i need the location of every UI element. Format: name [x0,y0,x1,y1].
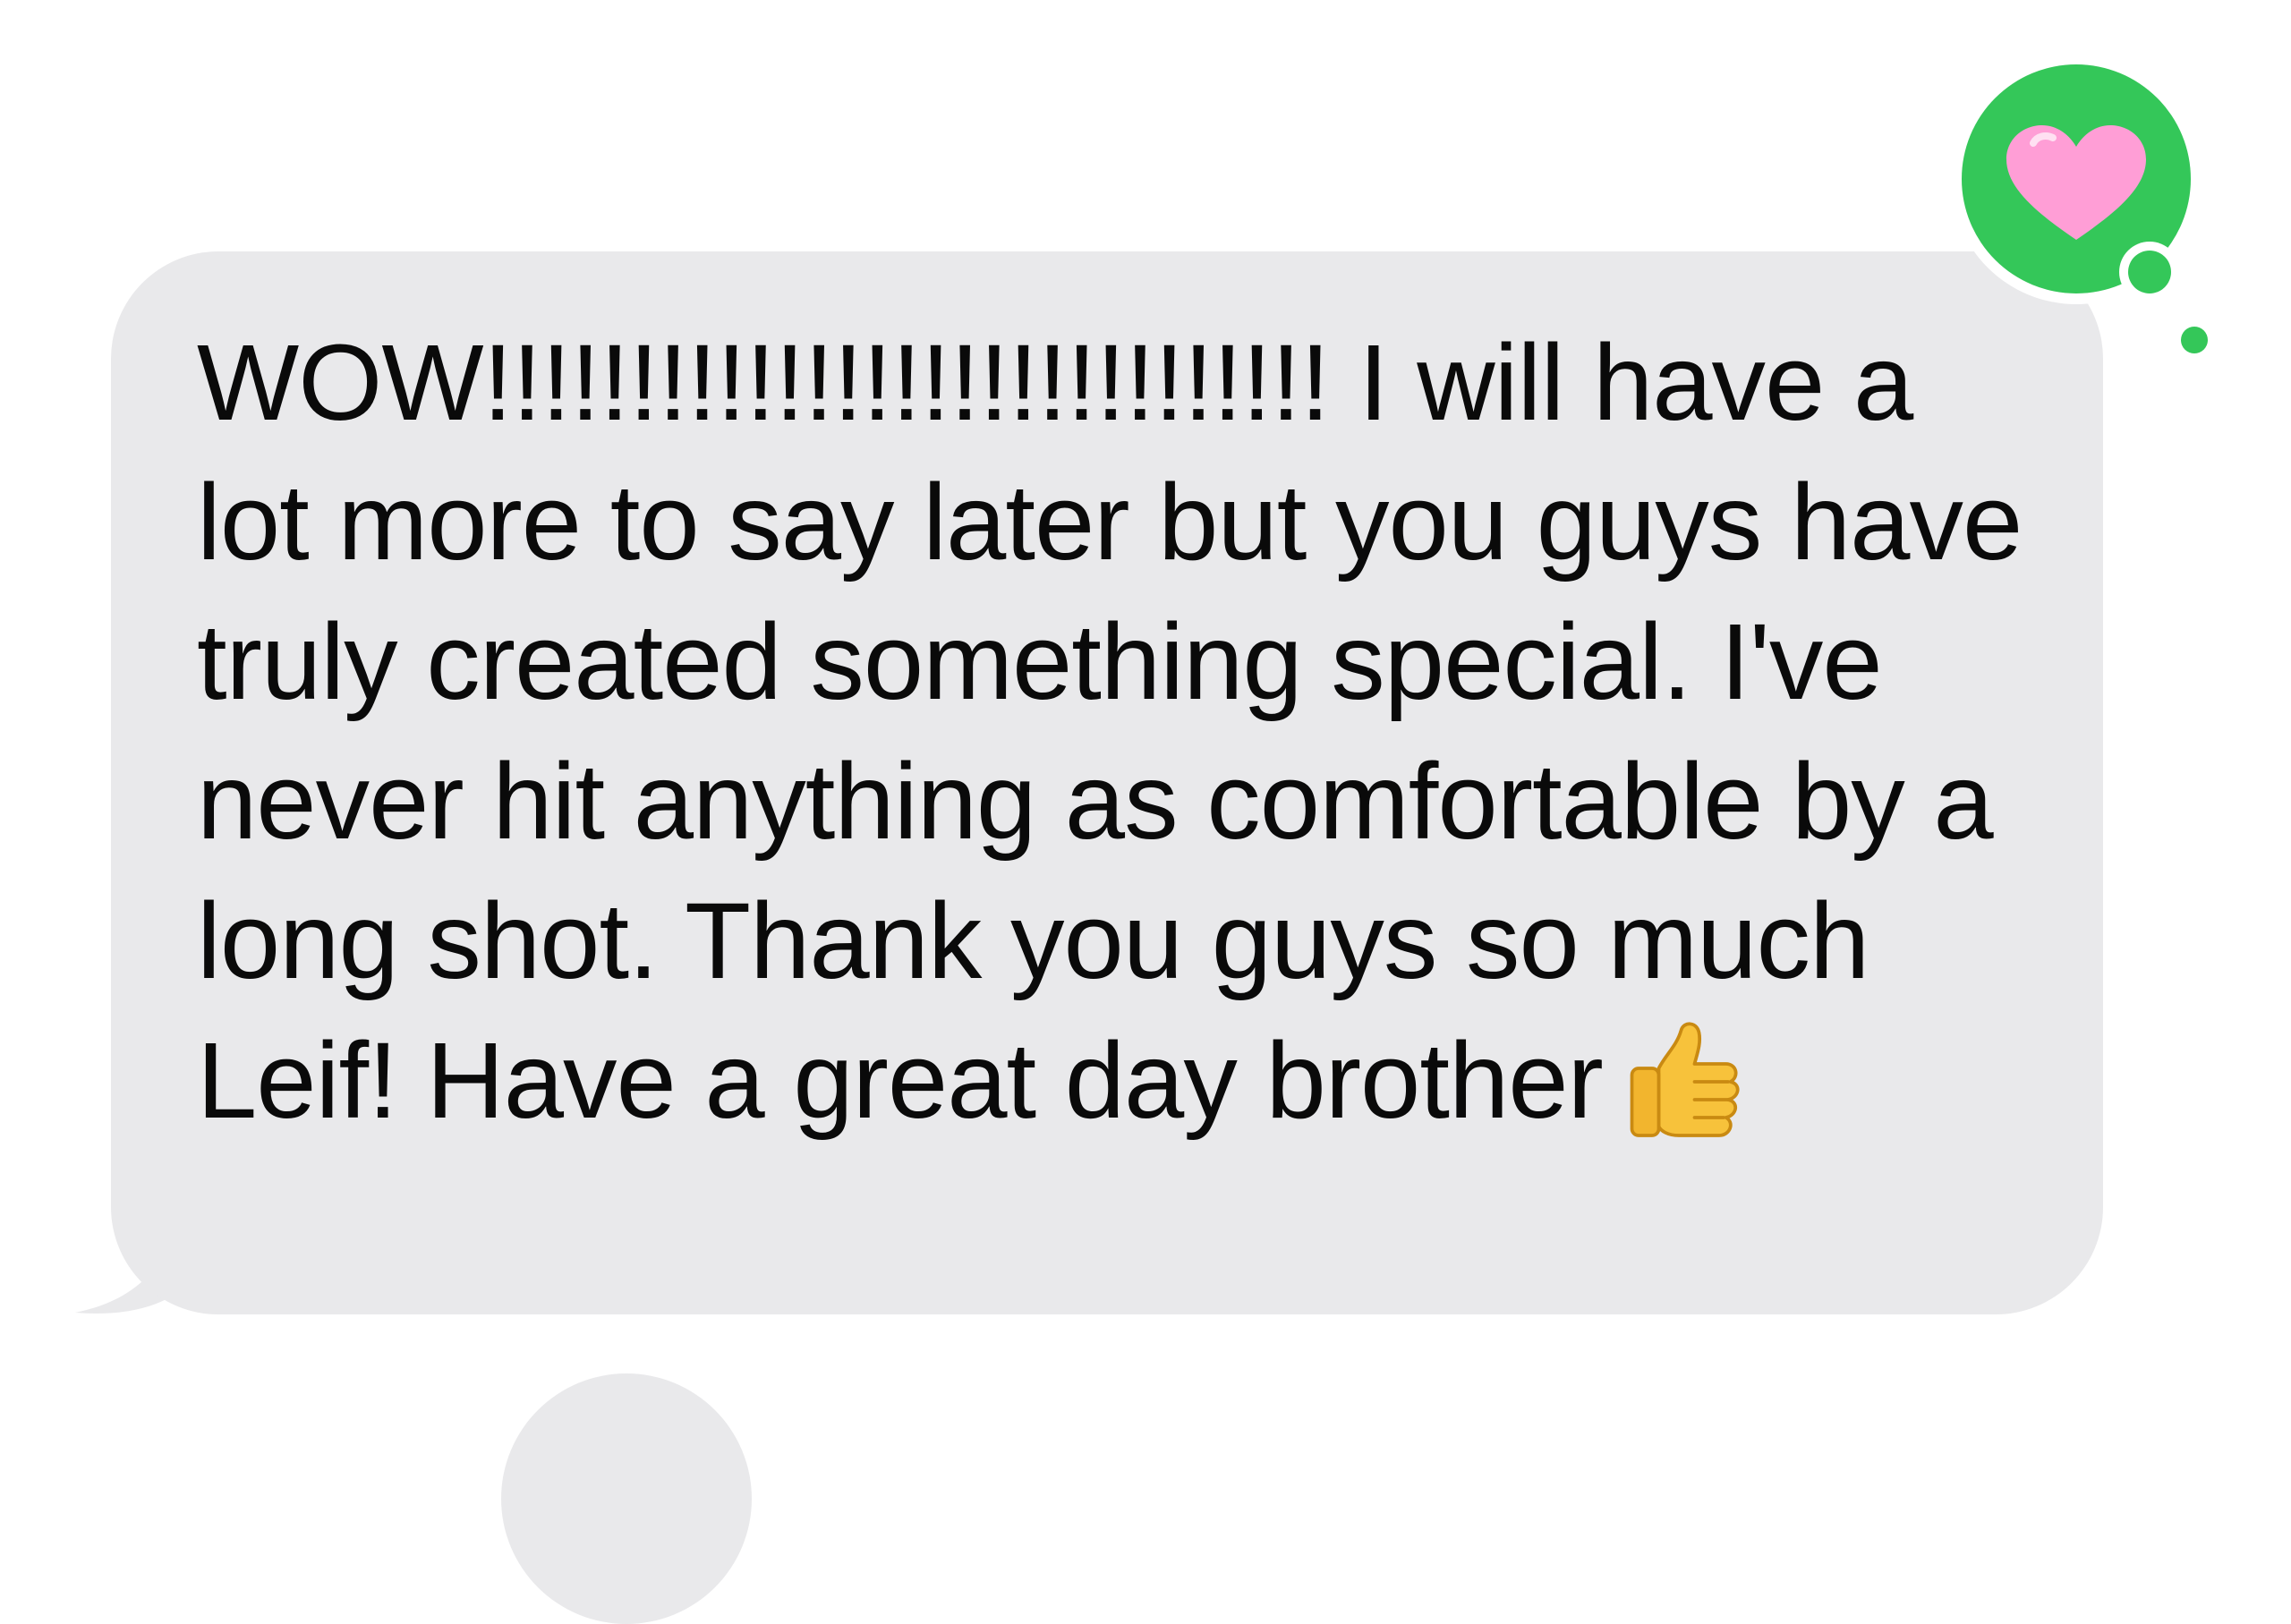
message-text: WOW!!!!!!!!!!!!!!!!!!!!!!!!!!!!! I will … [197,312,2031,1153]
message-bubble[interactable]: WOW!!!!!!!!!!!!!!!!!!!!!!!!!!!!! I will … [111,251,2103,1314]
thumbs-up-icon [1630,1022,1740,1137]
next-message-avatar [501,1373,752,1624]
message-body: WOW!!!!!!!!!!!!!!!!!!!!!!!!!!!!! I will … [197,321,2051,1141]
tapback-reaction[interactable] [1951,54,2237,376]
message-bubble-container[interactable]: WOW!!!!!!!!!!!!!!!!!!!!!!!!!!!!! I will … [75,251,2103,1314]
